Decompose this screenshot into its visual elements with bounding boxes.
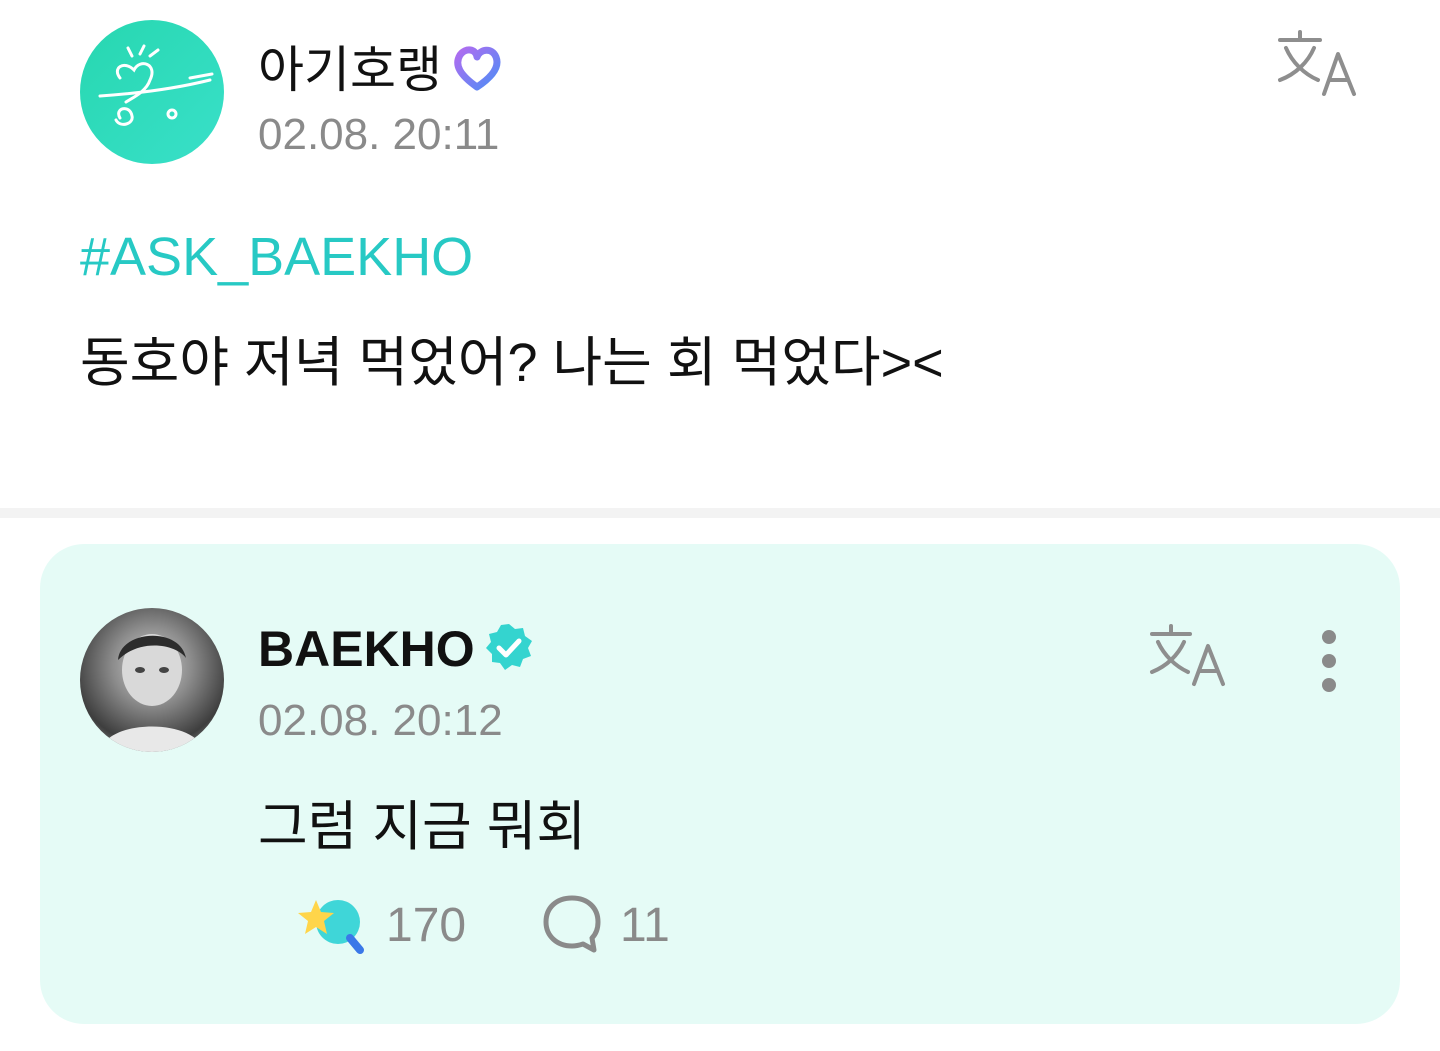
heart-badge-icon [450, 41, 504, 107]
comment-count: 11 [620, 899, 670, 952]
artist-name-text: BAEKHO [258, 621, 475, 677]
fan-name-text: 아기호랭 [258, 42, 442, 98]
star-lightstick-icon[interactable] [298, 892, 368, 961]
translate-icon[interactable] [1146, 622, 1230, 688]
translate-icon[interactable] [1274, 28, 1362, 98]
fan-post: 아기호랭 02.08. 20:11 #ASK_BAEKHO 동호야 저녁 먹었어… [0, 0, 1440, 508]
artist-reply-text: 그럼 지금 뭐회 [258, 797, 587, 857]
fan-avatar-doodle-icon [98, 44, 214, 126]
fan-post-timestamp: 02.08. 20:11 [258, 110, 500, 159]
artist-avatar[interactable] [80, 608, 224, 752]
artist-name[interactable]: BAEKHO [258, 620, 535, 685]
more-vertical-icon[interactable] [1310, 626, 1350, 696]
section-divider [0, 508, 1440, 518]
post-hashtag[interactable]: #ASK_BAEKHO [80, 226, 473, 288]
fan-name[interactable]: 아기호랭 [258, 30, 504, 107]
artist-reply-card[interactable]: BAEKHO 02.08. 20:12 그럼 지금 뭐회 170 11 [40, 544, 1400, 1024]
comment-bubble-icon[interactable] [540, 892, 604, 961]
like-count: 170 [386, 899, 467, 952]
verified-badge-icon [483, 621, 535, 685]
fan-avatar[interactable] [80, 20, 224, 164]
artist-reply-timestamp: 02.08. 20:12 [258, 696, 503, 745]
artist-portrait-icon [100, 634, 204, 752]
post-body-text: 동호야 저녁 먹었어? 나는 회 먹었다>< [80, 333, 944, 393]
